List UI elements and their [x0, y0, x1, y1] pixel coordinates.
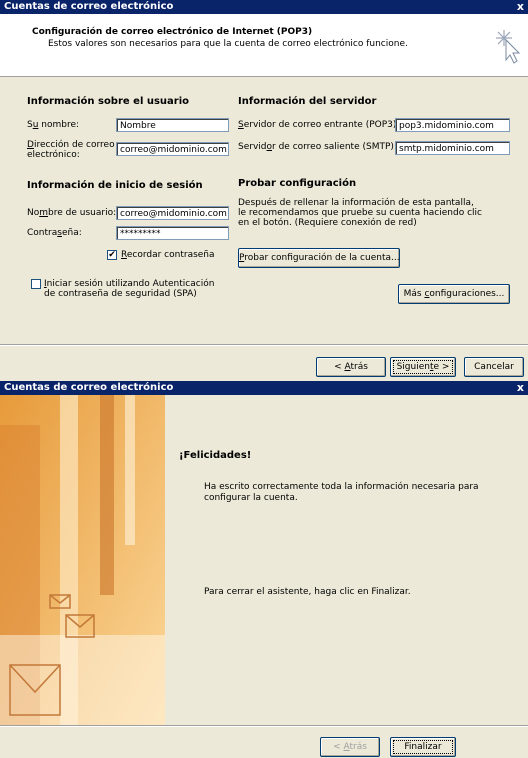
name-input[interactable]: Nombre [116, 118, 229, 132]
password-input[interactable]: ********* [116, 226, 229, 240]
window-title: Cuentas de correo electrónico [4, 1, 174, 12]
remember-password-label[interactable]: Recordar contraseña [121, 250, 215, 260]
name-label: Su nombre: [27, 120, 80, 130]
footer-separator [0, 344, 528, 346]
congratulations-dialog: Cuentas de correo electrónico x ¡Felicid… [0, 381, 528, 758]
envelope-icon [0, 395, 165, 725]
user-info-heading: Información sobre el usuario [27, 96, 190, 107]
spa-checkbox[interactable] [31, 279, 41, 289]
title-bar[interactable]: Cuentas de correo electrónico x [0, 0, 528, 14]
setup-wand-icon [496, 30, 521, 64]
username-label: Nombre de usuario: [27, 208, 117, 218]
congrats-heading: ¡Felicidades! [179, 450, 252, 461]
server-info-heading: Información del servidor [238, 96, 377, 107]
title-bar[interactable]: Cuentas de correo electrónico x [0, 381, 528, 395]
email-label: Dirección de correo electrónico: [27, 140, 115, 160]
window-title: Cuentas de correo electrónico [4, 382, 174, 393]
email-input[interactable]: correo@midominio.com [116, 142, 229, 156]
incoming-server-input[interactable]: pop3.midominio.com [395, 118, 510, 132]
next-button[interactable]: Siguiente > [390, 357, 456, 377]
account-settings-dialog: Cuentas de correo electrónico x Configur… [0, 0, 528, 380]
password-label: Contraseña: [27, 228, 82, 238]
dialog-header: Configuración de correo electrónico de I… [0, 14, 528, 77]
login-info-heading: Información de inicio de sesión [27, 180, 203, 191]
more-settings-button[interactable]: Más configuraciones... [398, 284, 510, 304]
info-text: Ha escrito correctamente toda la informa… [204, 482, 479, 503]
finish-instructions: Para cerrar el asistente, haga clic en F… [204, 587, 411, 597]
test-description: Después de rellenar la información de es… [238, 198, 482, 228]
remember-password-checkbox[interactable]: ✔ [107, 250, 117, 260]
header-title: Configuración de correo electrónico de I… [32, 27, 313, 37]
username-input[interactable]: correo@midominio.com [116, 206, 229, 220]
outgoing-server-input[interactable]: smtp.midominio.com [395, 141, 510, 155]
footer-separator [0, 725, 528, 727]
header-subtitle: Estos valores son necesarios para que la… [48, 39, 408, 49]
checkmark-icon: ✔ [108, 250, 116, 260]
test-settings-heading: Probar configuración [238, 178, 357, 189]
test-account-button[interactable]: Probar configuración de la cuenta... [238, 248, 400, 268]
cancel-button[interactable]: Cancelar [464, 357, 524, 377]
close-icon[interactable]: x [517, 381, 524, 394]
close-icon[interactable]: x [517, 0, 524, 13]
incoming-server-label: Servidor de correo entrante (POP3): [238, 120, 400, 130]
back-button[interactable]: < Atrás [316, 357, 386, 377]
outgoing-server-label: Servidor de correo saliente (SMTP): [238, 142, 397, 152]
finish-button[interactable]: Finalizar [390, 737, 456, 757]
back-button[interactable]: < Atrás [320, 737, 380, 757]
spa-label[interactable]: Iniciar sesión utilizando Autenticación d… [44, 279, 214, 299]
wizard-side-graphic [0, 395, 165, 725]
